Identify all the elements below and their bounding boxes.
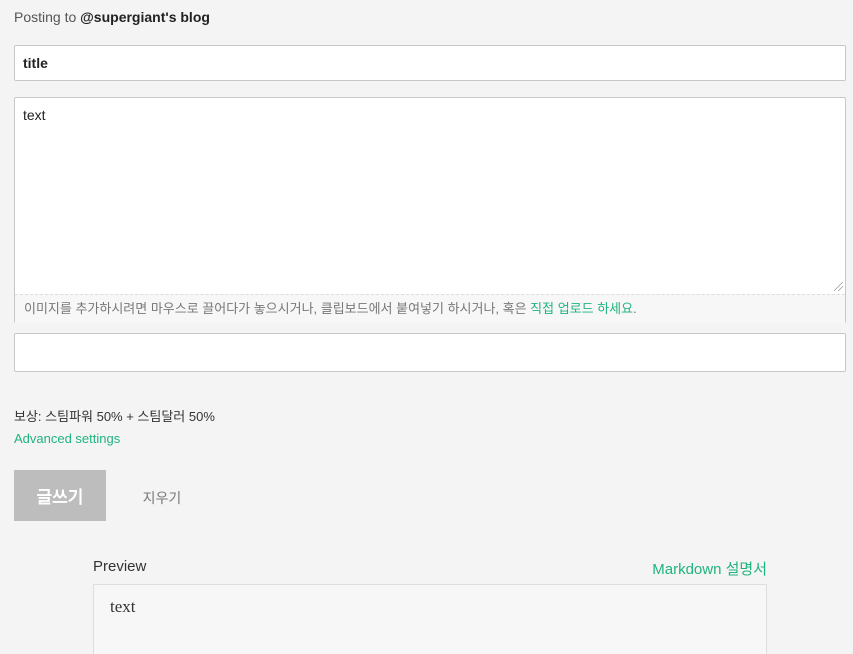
rewards-text: 보상: 스팀파워 50% + 스팀달러 50% xyxy=(14,409,215,424)
preview-box: text xyxy=(93,584,767,654)
resize-grip-icon[interactable] xyxy=(834,282,843,291)
body-editor: text 이미지를 추가하시려면 마우스로 끌어다가 놓으시거나, 클립보드에서… xyxy=(14,97,846,323)
direct-upload-link[interactable]: 직접 업로드 하세요 xyxy=(530,301,633,316)
body-textarea[interactable]: text xyxy=(15,98,845,294)
advanced-settings-link[interactable]: Advanced settings xyxy=(14,430,120,448)
title-input[interactable] xyxy=(14,45,846,81)
image-upload-hint: 이미지를 추가하시려면 마우스로 끌어다가 놓으시거나, 클립보드에서 붙여넣기… xyxy=(15,294,845,323)
post-button[interactable]: 글쓰기 xyxy=(14,470,106,521)
upload-hint-text: 이미지를 추가하시려면 마우스로 끌어다가 놓으시거나, 클립보드에서 붙여넣기… xyxy=(24,301,531,316)
tags-input[interactable] xyxy=(14,333,846,372)
clear-button[interactable]: 지우기 xyxy=(131,480,193,516)
posting-to-prefix: Posting to xyxy=(14,9,81,25)
preview-label: Preview xyxy=(93,558,147,575)
preview-content: text xyxy=(110,597,136,616)
upload-hint-suffix: . xyxy=(633,301,637,316)
blog-name: @supergiant's blog xyxy=(80,9,210,25)
posting-to-line: Posting to @supergiant's blog xyxy=(14,7,210,27)
markdown-guide-link[interactable]: Markdown 설명서 xyxy=(652,560,767,580)
